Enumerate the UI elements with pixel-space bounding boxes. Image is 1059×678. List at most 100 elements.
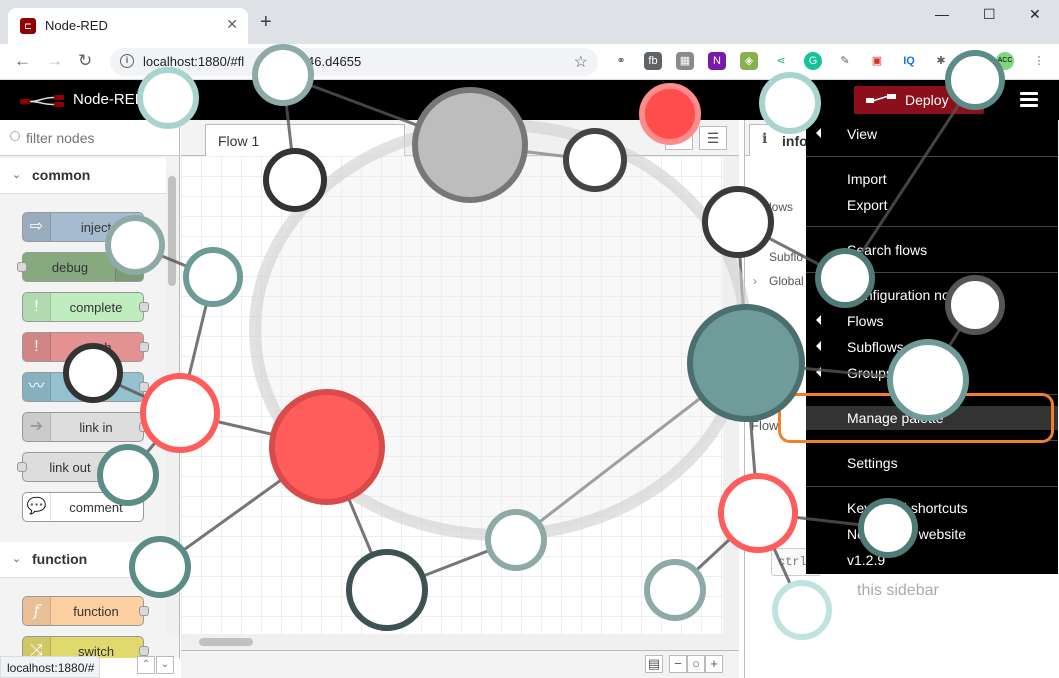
workspace-horizontal-scrollbar[interactable] (181, 634, 739, 650)
workspace-footer: ▤ − ○ + (181, 650, 739, 678)
menu-item-node-red-website[interactable]: Node-RED website (806, 522, 1058, 546)
share-extension-icon[interactable]: ⋖ (772, 52, 790, 70)
menu-item-keyboard-shortcuts[interactable]: Keyboard shortcuts (806, 496, 1058, 520)
exclamation-icon: ! (23, 333, 51, 361)
palette-category-function[interactable]: ⌄ function (0, 542, 166, 578)
close-window-button[interactable]: ✕ (1029, 6, 1041, 23)
edit-extension-icon[interactable]: ✎ (836, 52, 854, 70)
palette-node-link-out[interactable]: link out (17, 452, 144, 482)
output-port (139, 422, 149, 432)
bookmark-star-icon[interactable]: ☆ (574, 52, 588, 72)
exclamation-icon: ! (23, 293, 51, 321)
back-arrow-icon[interactable]: ← (14, 51, 31, 71)
menu-item-search-flows[interactable]: Search flows (806, 238, 1058, 262)
tab-label: Flow 1 (218, 133, 260, 149)
menu-item-manage-palette[interactable]: Manage palette (806, 406, 1058, 430)
reload-icon[interactable]: ↻ (78, 51, 92, 71)
puzzle-extension-icon[interactable]: ✱ (932, 52, 950, 70)
deploy-button[interactable]: Deploy (854, 86, 984, 114)
node-label: complete (69, 300, 123, 315)
node-label: catch (80, 340, 112, 355)
fb-extension-icon[interactable]: fb (644, 52, 662, 70)
collapse-all-button[interactable]: ⌃ (137, 656, 155, 674)
cast-extension-icon[interactable]: ▣ (868, 52, 886, 70)
workspace-vertical-scrollbar[interactable] (723, 156, 739, 634)
palette-node-catch[interactable]: ! catch (22, 332, 149, 362)
node-palette: ⌄ common ⇨ inject debug ≡ ! complete ! c… (0, 120, 180, 658)
main-menu-icon[interactable] (1020, 92, 1038, 108)
palette-node-link-in[interactable]: ➔ link in (22, 412, 149, 442)
node-red-favicon-icon: ⊏ (20, 18, 36, 34)
minimize-button[interactable]: — (935, 6, 949, 22)
sidebar-tab-label: info (782, 133, 808, 149)
palette-node-inject[interactable]: ⇨ inject (22, 212, 149, 242)
node-label: comment (69, 500, 123, 515)
submenu-arrow-icon (816, 315, 821, 325)
node-label: inject (80, 220, 112, 235)
output-port (139, 222, 149, 232)
version-label: v1.2.9 (847, 552, 886, 568)
tree-item-subflows[interactable]: Subflo (769, 250, 803, 264)
switch-icon: ⤨ (23, 637, 51, 658)
close-tab-icon[interactable]: ✕ (226, 16, 238, 33)
output-port (139, 646, 149, 656)
info-icon[interactable]: i (120, 54, 134, 68)
forward-arrow-icon[interactable]: → (46, 51, 63, 71)
list-icon[interactable]: ☰ (699, 126, 727, 150)
tree-item-global[interactable]: Global (769, 274, 804, 288)
deploy-label: Deploy (905, 92, 949, 108)
expand-all-button[interactable]: ⌄ (156, 656, 174, 674)
browser-status-bar: localhost:1880/# (0, 656, 100, 678)
browser-tab[interactable]: ⊏ Node-RED ✕ (8, 8, 248, 44)
menu-item-view[interactable]: View (806, 122, 1058, 146)
grid-extension-icon[interactable]: ▦ (676, 52, 694, 70)
navigator-map-icon[interactable]: ▤ (645, 655, 663, 673)
avatar-icon[interactable]: ACC (996, 52, 1014, 70)
node-red-header: Node-RED Deploy (0, 80, 1059, 120)
link-extension-icon[interactable]: ⚭ (612, 52, 630, 70)
workspace-tabs: Flow 1 + ☰ (181, 120, 739, 156)
map-extension-icon[interactable]: ◈ (740, 52, 758, 70)
palette-node-debug[interactable]: debug ≡ (17, 252, 144, 282)
workspace-canvas[interactable] (181, 156, 739, 634)
palette-scrollbar[interactable] (166, 172, 178, 636)
maximize-button[interactable]: ☐ (983, 6, 996, 23)
palette-category-common[interactable]: ⌄ common (0, 158, 166, 194)
menu-item-groups[interactable]: Groups (806, 361, 1058, 385)
palette-node-function[interactable]: f function (22, 596, 149, 626)
zoom-reset-button[interactable]: ○ (687, 655, 705, 673)
new-tab-button[interactable]: + (260, 12, 272, 32)
browser-tab-title: Node-RED (45, 18, 108, 33)
menu-item-import[interactable]: Import (806, 167, 1058, 191)
add-flow-button[interactable]: + (665, 126, 693, 150)
tab-flow-1[interactable]: Flow 1 (205, 124, 405, 156)
input-port (17, 462, 27, 472)
chevron-right-icon: › (753, 274, 757, 288)
submenu-arrow-icon (816, 128, 821, 138)
filter-nodes-input[interactable] (8, 127, 168, 149)
inject-icon: ⇨ (23, 213, 51, 241)
menu-item-configuration-nodes[interactable]: Configuration nodes (806, 283, 1058, 307)
iq-extension-icon[interactable]: IQ (900, 52, 918, 70)
grammarly-extension-icon[interactable]: G (804, 52, 822, 70)
tree-item-flows[interactable]: lows (769, 200, 793, 214)
menu-item-subflows[interactable]: Subflows (806, 335, 1058, 359)
palette-node-comment[interactable]: 💬 comment (22, 492, 144, 522)
zoom-in-button[interactable]: + (705, 655, 723, 673)
node-label: link out (49, 460, 91, 475)
palette-node-switch[interactable]: ⤨ switch (22, 636, 149, 658)
palette-node-status[interactable]: 〰 status (22, 372, 149, 402)
zoom-out-button[interactable]: − (669, 655, 687, 673)
browser-tab-strip: ⊏ Node-RED ✕ + — ☐ ✕ (0, 0, 1059, 44)
page: ⊏ Node-RED ✕ + — ☐ ✕ ← → ↻ i localhost:1… (0, 0, 1059, 678)
debug-icon: ≡ (115, 253, 143, 281)
onenote-extension-icon[interactable]: N (708, 52, 726, 70)
menu-item-flows[interactable]: Flows (806, 309, 1058, 333)
menu-item-settings[interactable]: Settings (806, 451, 1058, 475)
address-url: localhost:1880/#fl 6f46.d4655 (143, 54, 362, 69)
address-bar[interactable]: i localhost:1880/#fl 6f46.d4655 ☆ (110, 48, 598, 76)
palette-node-complete[interactable]: ! complete (22, 292, 149, 322)
comment-icon: 💬 (23, 493, 51, 521)
menu-item-export[interactable]: Export (806, 193, 1058, 217)
browser-menu-icon[interactable]: ⋮ (1030, 52, 1048, 70)
